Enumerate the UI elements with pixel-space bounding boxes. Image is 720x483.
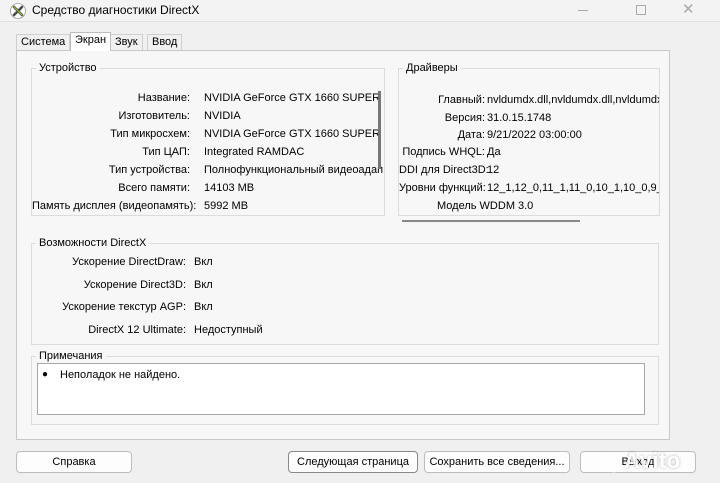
device-value: NVIDIA GeForce GTX 1660 SUPER bbox=[204, 92, 381, 104]
bullet-icon: ● bbox=[42, 369, 49, 380]
device-value: 14103 MB bbox=[204, 182, 255, 194]
feature-value: Вкл bbox=[194, 256, 213, 268]
device-value: 5992 MB bbox=[204, 200, 249, 212]
feature-label: Ускорение DirectDraw: bbox=[72, 256, 186, 268]
device-label: Тип микросхем: bbox=[110, 128, 190, 140]
driver-value: 31.0.15.1748 bbox=[487, 112, 552, 124]
next-page-button[interactable]: Следующая страница bbox=[288, 451, 418, 473]
features-list: Ускорение DirectDraw: Вкл Ускорение Dire… bbox=[32, 244, 658, 344]
driver-label: Дата: bbox=[457, 129, 485, 141]
device-label: Изготовитель: bbox=[118, 110, 191, 122]
notes-textbox[interactable]: ● Неполадок не найдено. bbox=[37, 363, 645, 415]
device-value: Полнофункциональный видеоадап bbox=[204, 164, 384, 176]
feature-label: Ускорение Direct3D: bbox=[83, 279, 186, 291]
tab-system[interactable]: Система bbox=[16, 34, 71, 50]
maximize-button[interactable] bbox=[618, 0, 664, 22]
device-list[interactable]: Название: NVIDIA GeForce GTX 1660 SUPER … bbox=[32, 69, 384, 215]
directx-x-icon bbox=[10, 3, 26, 19]
help-button[interactable]: Справка bbox=[16, 451, 132, 473]
driver-label: Уровни функций: bbox=[399, 182, 486, 194]
maximize-icon bbox=[636, 5, 646, 15]
device-value: NVIDIA bbox=[204, 110, 241, 122]
device-label: Название: bbox=[137, 92, 190, 104]
driver-value: 12_1,12_0,11_1,11_0,10_1,10_0,9_3 bbox=[487, 182, 659, 194]
close-button[interactable]: ✕ bbox=[668, 0, 714, 22]
device-scrollbar[interactable] bbox=[378, 91, 381, 169]
notes-item: Неполадок не найдено. bbox=[60, 369, 181, 381]
close-icon: ✕ bbox=[682, 1, 695, 18]
driver-label: DDI для Direct3D: bbox=[399, 164, 489, 176]
notes-group-title: Примечания bbox=[36, 350, 106, 362]
minimize-button[interactable] bbox=[560, 0, 606, 22]
tab-sound[interactable]: Звук bbox=[110, 34, 143, 50]
driver-label: Версия: bbox=[444, 112, 485, 124]
device-value: NVIDIA GeForce GTX 1660 SUPER bbox=[204, 128, 381, 140]
driver-value: 12 bbox=[487, 164, 500, 176]
tab-input[interactable]: Ввод bbox=[147, 34, 183, 50]
device-group: Устройство Название: NVIDIA GeForce GTX … bbox=[31, 62, 385, 216]
device-label: Память дисплея (видеопамять): bbox=[32, 200, 197, 212]
device-label: Всего памяти: bbox=[118, 182, 190, 194]
drivers-scrollbar[interactable] bbox=[402, 220, 580, 222]
driver-label: Модель WDDM bbox=[437, 200, 515, 212]
driver-value: 9/21/2022 03:00:00 bbox=[487, 129, 582, 141]
feature-value: Вкл bbox=[194, 279, 213, 291]
feature-label: DirectX 12 Ultimate: bbox=[88, 324, 186, 336]
driver-value: Да bbox=[487, 146, 501, 158]
device-value: Integrated RAMDAC bbox=[204, 146, 305, 158]
avito-watermark-text: Avito bbox=[624, 448, 681, 473]
avito-watermark: Avito bbox=[596, 446, 720, 480]
device-label: Тип ЦАП: bbox=[142, 146, 190, 158]
features-group: Возможности DirectX Ускорение DirectDraw… bbox=[31, 237, 659, 345]
feature-label: Ускорение текстур AGP: bbox=[62, 301, 186, 313]
avito-logo-icon bbox=[600, 454, 619, 473]
title-bar: Средство диагностики DirectX ✕ bbox=[0, 0, 720, 22]
driver-label: Главный: bbox=[438, 94, 485, 106]
driver-label: Подпись WHQL: bbox=[402, 146, 485, 158]
driver-value: 3.0 bbox=[518, 200, 534, 212]
device-label: Тип устройства: bbox=[108, 164, 190, 176]
save-all-button[interactable]: Сохранить все сведения... bbox=[424, 451, 570, 473]
tab-display[interactable]: Экран bbox=[70, 32, 112, 51]
minimize-icon bbox=[578, 10, 588, 11]
window-title: Средство диагностики DirectX bbox=[32, 3, 200, 17]
feature-value: Недоступный bbox=[194, 324, 263, 336]
driver-value: nvldumdx.dll,nvldumdx.dll,nvldumdx.d bbox=[487, 94, 659, 106]
feature-value: Вкл bbox=[194, 301, 213, 313]
drivers-group: Драйверы Главный: nvldumdx.dll,nvldumdx.… bbox=[398, 62, 660, 222]
drivers-list[interactable]: Главный: nvldumdx.dll,nvldumdx.dll,nvldu… bbox=[399, 69, 659, 215]
